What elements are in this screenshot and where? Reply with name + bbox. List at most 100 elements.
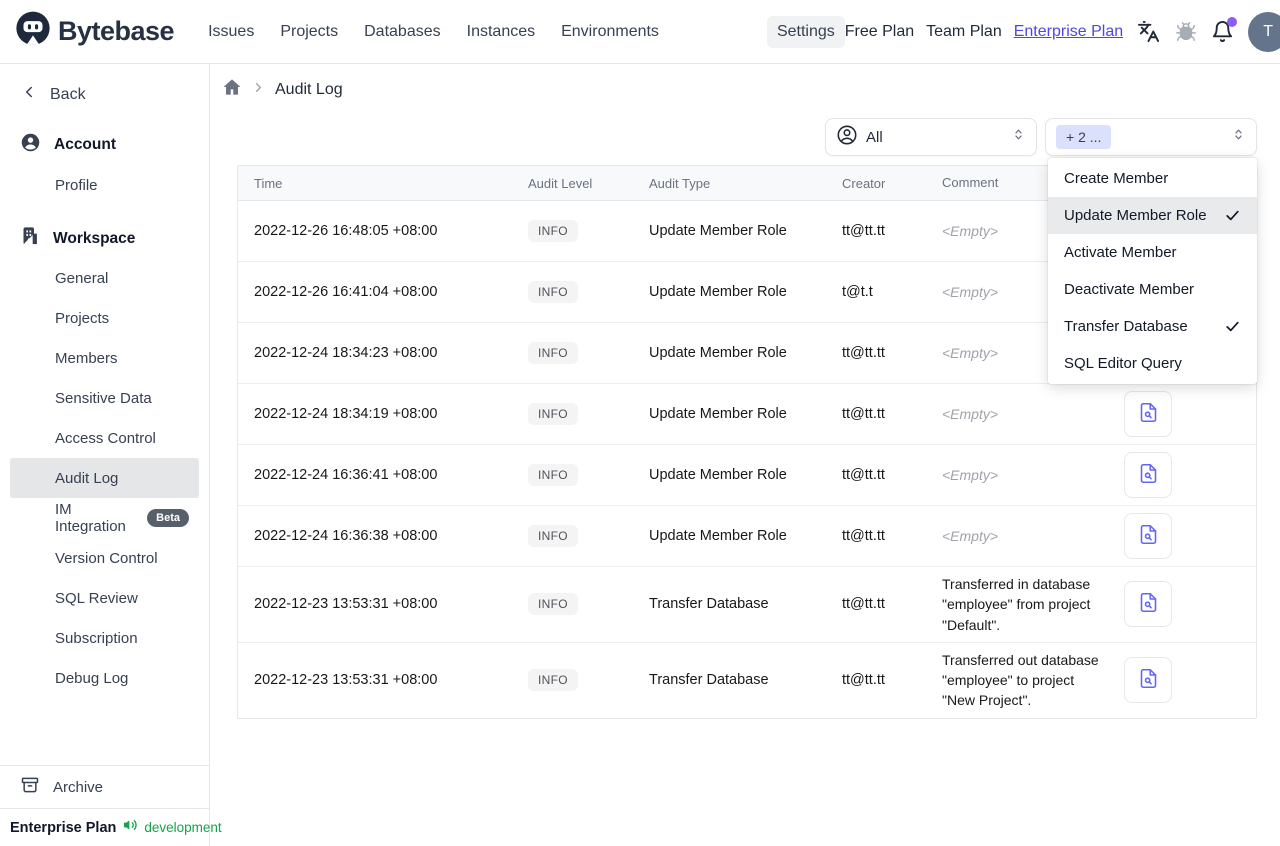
sidebar-item[interactable]: Profile — [0, 165, 209, 205]
notification-dot — [1227, 17, 1238, 27]
table-row: 2022-12-24 16:36:38 +08:00 INFO Update M… — [238, 506, 1256, 567]
sidebar-item[interactable]: Audit Log — [10, 458, 199, 498]
creator-filter-value: All — [866, 128, 883, 146]
chevron-left-icon — [20, 83, 38, 106]
sidebar-item[interactable]: IM Integration Beta — [0, 498, 209, 538]
plan-link[interactable]: Team Plan — [926, 23, 1002, 41]
audit-type-menu-item[interactable]: Deactivate Member — [1048, 271, 1257, 308]
audit-time: 2022-12-24 16:36:41 +08:00 — [254, 467, 438, 483]
bug-icon[interactable] — [1174, 20, 1197, 43]
table-row: 2022-12-23 13:53:31 +08:00 INFO Transfer… — [238, 643, 1256, 718]
sidebar-item-label: Access Control — [55, 429, 156, 447]
sidebar-section-account: Account Profile — [0, 125, 209, 205]
file-search-icon — [1138, 668, 1159, 692]
audit-time: 2022-12-26 16:48:05 +08:00 — [254, 223, 438, 239]
nav-item[interactable]: Instances — [457, 16, 545, 48]
audit-type-menu-item[interactable]: Update Member Role — [1048, 197, 1257, 234]
sidebar-item-label: IM Integration — [55, 501, 126, 535]
plan-link[interactable]: Enterprise Plan — [1014, 23, 1123, 41]
sidebar-item[interactable]: Version Control — [0, 538, 209, 578]
main-content: Audit Log All + 2 ... Time Audit Level A… — [210, 64, 1280, 846]
user-circle-icon — [20, 132, 41, 158]
sidebar-item[interactable]: Access Control — [0, 418, 209, 458]
nav-item[interactable]: Environments — [551, 16, 669, 48]
back-label: Back — [50, 85, 86, 103]
back-button[interactable]: Back — [0, 78, 209, 111]
audit-type-filter-select[interactable]: + 2 ... — [1045, 118, 1257, 156]
view-detail-button[interactable] — [1124, 513, 1172, 559]
audit-type-menu-item[interactable]: Create Member — [1048, 160, 1257, 197]
audit-type: Transfer Database — [649, 596, 769, 613]
nav-item[interactable]: Projects — [270, 16, 348, 48]
archive-label: Archive — [53, 778, 104, 796]
audit-level-badge: INFO — [528, 593, 578, 616]
audit-type-menu-item[interactable]: Activate Member — [1048, 234, 1257, 271]
sidebar-item[interactable]: Debug Log — [0, 658, 209, 698]
audit-creator: t@t.t — [842, 284, 873, 300]
breadcrumb: Audit Log — [210, 64, 1280, 102]
settings-sidebar: Back Account Profile Workspace General P… — [0, 64, 222, 846]
menu-item-label: SQL Editor Query — [1064, 355, 1182, 372]
sidebar-bottom: Archive Enterprise Plan development — [0, 765, 222, 846]
nav-item[interactable]: Issues — [198, 16, 264, 48]
menu-item-label: Deactivate Member — [1064, 281, 1195, 298]
announcement-speaker-icon — [122, 817, 138, 838]
audit-type: Update Member Role — [649, 345, 787, 361]
sidebar-item[interactable]: Projects — [0, 298, 209, 338]
filter-row: All + 2 ... — [210, 118, 1257, 156]
audit-level-badge: INFO — [528, 220, 578, 242]
creator-filter-select[interactable]: All — [825, 118, 1037, 156]
bytebase-logo[interactable]: Bytebase — [14, 10, 175, 53]
home-icon[interactable] — [222, 77, 242, 102]
nav-item[interactable]: Settings — [766, 15, 845, 48]
plan-link[interactable]: Free Plan — [845, 23, 914, 41]
archive-link[interactable]: Archive — [0, 765, 209, 808]
sidebar-item[interactable]: General — [0, 258, 209, 298]
chevrons-up-down-icon — [1231, 127, 1246, 147]
table-row: 2022-12-23 13:53:31 +08:00 INFO Transfer… — [238, 567, 1256, 643]
table-row: 2022-12-24 16:36:41 +08:00 INFO Update M… — [238, 445, 1256, 506]
view-detail-button[interactable] — [1124, 391, 1172, 437]
audit-comment: <Empty> — [942, 466, 999, 483]
menu-item-label: Update Member Role — [1064, 207, 1207, 224]
sidebar-item-label: Version Control — [55, 549, 158, 567]
workspace-section-header: Workspace — [0, 219, 209, 258]
view-detail-button[interactable] — [1124, 581, 1172, 628]
menu-item-label: Create Member — [1064, 170, 1169, 187]
nav-item[interactable]: Databases — [354, 16, 451, 48]
audit-time: 2022-12-26 16:41:04 +08:00 — [254, 284, 438, 300]
audit-time: 2022-12-23 13:53:31 +08:00 — [254, 596, 438, 613]
menu-item-label: Transfer Database — [1064, 318, 1188, 335]
audit-type: Update Member Role — [649, 223, 787, 239]
sidebar-item-label: General — [55, 269, 109, 287]
notifications-bell-icon[interactable] — [1211, 17, 1238, 43]
sidebar-item[interactable]: SQL Review — [0, 578, 209, 618]
sidebar-item[interactable]: Subscription — [0, 618, 209, 658]
audit-type-menu-item[interactable]: Transfer Database — [1048, 308, 1257, 345]
audit-creator: tt@tt.tt — [842, 467, 885, 483]
audit-level-cell: INFO — [528, 464, 649, 486]
sidebar-item-label: Subscription — [55, 629, 138, 647]
user-avatar[interactable]: T — [1248, 11, 1280, 52]
audit-creator: tt@tt.tt — [842, 596, 885, 613]
audit-level-badge: INFO — [528, 403, 578, 425]
current-plan-label: Enterprise Plan — [10, 819, 117, 836]
user-circle-outline-icon — [836, 124, 858, 151]
column-header-creator: Creator — [842, 175, 886, 191]
sidebar-item-label: Members — [55, 349, 118, 367]
sidebar-item[interactable]: Members — [0, 338, 209, 378]
audit-type-menu-item[interactable]: SQL Editor Query — [1048, 345, 1257, 382]
sidebar-item-label: Sensitive Data — [55, 389, 152, 407]
sidebar-item[interactable]: Sensitive Data — [0, 378, 209, 418]
view-detail-button[interactable] — [1124, 452, 1172, 498]
workspace-section-title: Workspace — [53, 229, 136, 247]
main-nav: Issues Projects Databases Instances Environm… — [198, 15, 845, 48]
column-header-audit-type: Audit Type — [649, 175, 711, 191]
check-icon — [1224, 207, 1241, 224]
audit-type: Update Member Role — [649, 467, 787, 483]
sidebar-item-label: Profile — [55, 176, 98, 194]
workspace-items: General Projects Members Sensitive Data … — [0, 258, 209, 698]
translate-icon[interactable] — [1137, 20, 1160, 43]
top-header: Bytebase Issues Projects Databases Instance… — [0, 0, 1280, 64]
view-detail-button[interactable] — [1124, 657, 1172, 704]
